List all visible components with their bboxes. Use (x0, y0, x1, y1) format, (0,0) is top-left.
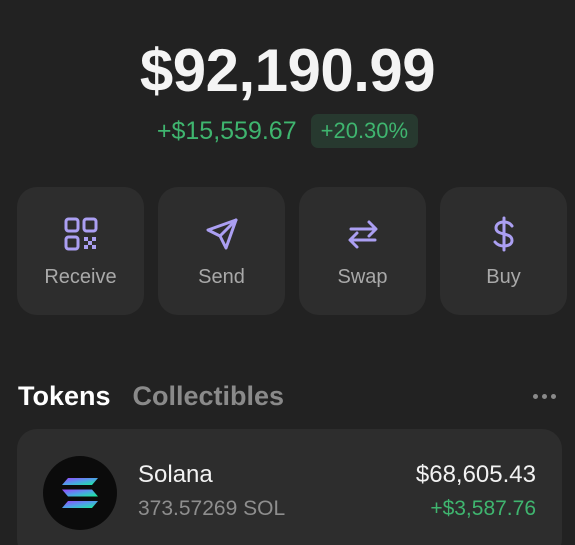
balance-summary: $92,190.99 +$15,559.67 +20.30% (0, 34, 575, 148)
send-button[interactable]: Send (158, 187, 285, 315)
wallet-screen: $92,190.99 +$15,559.67 +20.30% Receive S… (0, 0, 575, 545)
tab-collectibles[interactable]: Collectibles (133, 379, 285, 413)
balance-change-row: +$15,559.67 +20.30% (0, 114, 575, 148)
balance-change-percent-badge: +20.30% (310, 114, 419, 148)
more-horizontal-icon[interactable] (531, 388, 558, 405)
send-icon (202, 214, 242, 254)
swap-icon (343, 214, 383, 254)
quick-actions: Receive Send Swap Buy (17, 187, 567, 315)
balance-change-amount: +$15,559.67 (156, 117, 297, 145)
token-value: $68,605.43 (415, 461, 536, 488)
token-change: +$3,587.76 (430, 497, 536, 520)
dollar-icon (484, 214, 524, 254)
token-amount: 373.57269 SOL (138, 497, 286, 520)
asset-tabs: Tokens Collectibles (18, 379, 558, 413)
tab-tokens[interactable]: Tokens (18, 379, 111, 413)
receive-button[interactable]: Receive (17, 187, 144, 315)
swap-button[interactable]: Swap (299, 187, 426, 315)
buy-label: Buy (486, 265, 521, 288)
qr-code-icon (61, 214, 101, 254)
swap-label: Swap (337, 265, 388, 288)
solana-logo-icon (43, 456, 117, 530)
buy-button[interactable]: Buy (440, 187, 567, 315)
token-row-solana[interactable]: Solana 373.57269 SOL $68,605.43 +$3,587.… (17, 429, 562, 545)
token-name: Solana (138, 461, 213, 488)
receive-label: Receive (44, 265, 117, 288)
total-balance: $92,190.99 (139, 37, 436, 104)
send-label: Send (198, 265, 245, 288)
